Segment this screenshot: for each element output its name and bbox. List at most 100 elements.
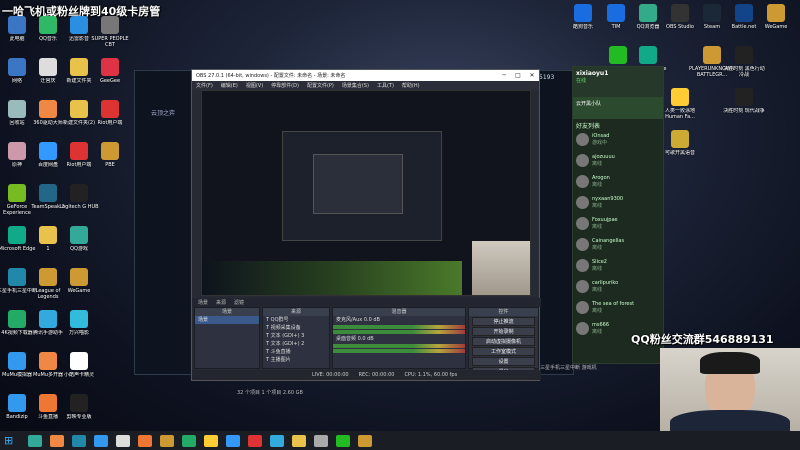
menu-item-5[interactable]: 场景集合(S) (342, 82, 369, 89)
dock-tab-0[interactable]: 场景 (198, 299, 208, 306)
app-icon (639, 4, 657, 22)
app-icon (101, 16, 119, 34)
friend-text: nyxaan9300 离线 (592, 196, 623, 209)
taskbar-app-icon[interactable] (138, 434, 152, 447)
desktop-left-icon-18[interactable]: Logitech G HUB (56, 184, 102, 210)
control-button-3[interactable]: 工作室模式 (472, 347, 535, 356)
volume-meter[interactable] (333, 349, 465, 353)
source-item[interactable]: T QQ群号 (263, 316, 329, 324)
menu-item-4[interactable]: 配置文件(P) (307, 82, 334, 89)
webcam-overlay (660, 348, 800, 431)
desktop-left-icon-24[interactable]: WeGame (56, 268, 102, 294)
taskbar-app-icon[interactable] (204, 434, 218, 447)
taskbar-app-icon[interactable] (358, 434, 372, 447)
obs-preview[interactable] (201, 90, 531, 296)
taskbar-app-icon[interactable] (336, 434, 350, 447)
desktop-left-icon-33[interactable]: 剪映专业版 (56, 394, 102, 420)
friend-item[interactable]: ajozuuuu 离线 (573, 150, 663, 171)
icon-label: 决胜时刻 黑色行动冷战 (723, 66, 765, 78)
taskbar-app-icon[interactable] (28, 434, 42, 447)
streamer-hair (700, 352, 760, 374)
avatar (576, 322, 589, 335)
volume-meter[interactable] (333, 344, 465, 348)
source-item[interactable]: T 主播图片 (263, 356, 329, 364)
taskbar-app-icon[interactable] (226, 434, 240, 447)
desktop-left-icon-11[interactable]: Riot用户端 (87, 100, 133, 126)
dock-tab-2[interactable]: 滤镜 (234, 299, 244, 306)
desktop-right-icon-10[interactable]: 决胜时刻 黑色行动冷战 (721, 46, 767, 78)
friend-item[interactable]: Arogon 离线 (573, 171, 663, 192)
volume-meter[interactable] (333, 330, 465, 334)
status-item: LIVE: 00:00:00 (312, 372, 349, 378)
friend-item[interactable]: iOnsad 游戏中 (573, 129, 663, 150)
source-item[interactable]: T 文本 (GDI+) 3 (263, 332, 329, 340)
control-button-4[interactable]: 设置 (472, 357, 535, 366)
source-item[interactable]: T 文本 (GDI+) 2 (263, 340, 329, 348)
windows-start-icon[interactable]: ⊞ (4, 434, 20, 447)
friend-text: Cainangellas 离线 (592, 238, 624, 251)
app-icon (39, 142, 57, 160)
taskbar-app-icon[interactable] (72, 434, 86, 447)
app-icon (70, 352, 88, 370)
obs-window: OBS 27.0.1 (64-bit, windows) - 配置文件: 未命名… (191, 69, 541, 381)
close-icon[interactable]: ✕ (525, 72, 539, 79)
friend-item[interactable]: nyxaan9300 离线 (573, 192, 663, 213)
desktop-left-icon-27[interactable]: 万兴喵影 (56, 310, 102, 336)
controls-dock: 控件 停止推流开始录制启动虚拟摄像机工作室模式设置退出 (468, 307, 539, 376)
friend-item[interactable]: carlipuriko 离线 (573, 276, 663, 297)
app-icon (70, 142, 88, 160)
desktop-left-icon-3[interactable]: SUPER PEOPLE CBT (87, 16, 133, 48)
app-icon (8, 268, 26, 286)
app-icon (8, 142, 26, 160)
menu-item-3[interactable]: 停靠部件(D) (271, 82, 299, 89)
desktop-left-icon-15[interactable]: PBE (87, 142, 133, 168)
friend-state: 离线 (592, 287, 603, 293)
friend-item[interactable]: Slice2 离线 (573, 255, 663, 276)
desktop-left-icon-7[interactable]: GeeGee (87, 58, 133, 84)
avatar (576, 280, 589, 293)
menu-item-6[interactable]: 工具(T) (377, 82, 394, 89)
qq-group-overlay: QQ粉丝交流群546889131 (631, 333, 774, 346)
group-banner[interactable]: 云开黑小队 (573, 97, 663, 119)
menu-item-2[interactable]: 视图(V) (246, 82, 263, 89)
scene-item[interactable]: 场景 (195, 316, 259, 324)
obs-title: OBS 27.0.1 (64-bit, windows) - 配置文件: 未命名… (196, 73, 346, 79)
source-item[interactable]: T 视频采集设备 (263, 324, 329, 332)
friend-item[interactable]: Cainangellas 离线 (573, 234, 663, 255)
sources-dock: 来源 T QQ群号 T 视频采集设备 T 文本 (GDI+) 3T 文本 (GDI+… (262, 307, 330, 369)
control-button-1[interactable]: 开始录制 (472, 327, 535, 336)
desktop-right-icon-13[interactable]: 决胜时刻 现代战争 (721, 88, 767, 114)
app-icon (735, 46, 753, 64)
taskbar-app-icon[interactable] (292, 434, 306, 447)
taskbar-app-icon[interactable] (248, 434, 262, 447)
taskbar-app-icon[interactable] (94, 434, 108, 447)
app-icon (70, 100, 88, 118)
maximize-icon[interactable]: □ (511, 72, 525, 79)
avatar (576, 217, 589, 230)
menu-item-7[interactable]: 帮助(H) (402, 82, 420, 89)
minimize-icon[interactable]: ─ (497, 72, 511, 79)
desktop-right-icon-6[interactable]: WeGame (753, 4, 799, 30)
friend-section-title: 好友列表 (576, 123, 601, 130)
friend-item[interactable]: Foxuujpae 离线 (573, 213, 663, 234)
control-button-0[interactable]: 停止推流 (472, 317, 535, 326)
volume-meter[interactable] (333, 325, 465, 329)
desktop-left-icon-30[interactable]: 小酷声卡精灵 (56, 352, 102, 378)
source-item[interactable]: T 斗鱼直播 (263, 348, 329, 356)
menu-item-1[interactable]: 编辑(E) (221, 82, 238, 89)
menu-item-0[interactable]: 文件(F) (196, 82, 213, 89)
taskbar-app-icon[interactable] (50, 434, 64, 447)
status-item: CPU: 1.1%, 60.00 fps (404, 372, 458, 378)
app-icon (39, 226, 57, 244)
taskbar-app-icon[interactable] (270, 434, 284, 447)
dock-tab-1[interactable]: 来源 (216, 299, 226, 306)
icon-label: 小酷声卡精灵 (63, 372, 94, 378)
desktop-left-icon-21[interactable]: QQ游戏 (56, 226, 102, 252)
taskbar-app-icon[interactable] (116, 434, 130, 447)
control-button-2[interactable]: 启动虚拟摄像机 (472, 337, 535, 346)
icon-label: 决胜时刻 现代战争 (723, 108, 765, 114)
taskbar-app-icon[interactable] (314, 434, 328, 447)
taskbar-app-icon[interactable] (182, 434, 196, 447)
friend-item[interactable]: The sea of forest 离线 (573, 297, 663, 318)
taskbar-app-icon[interactable] (160, 434, 174, 447)
